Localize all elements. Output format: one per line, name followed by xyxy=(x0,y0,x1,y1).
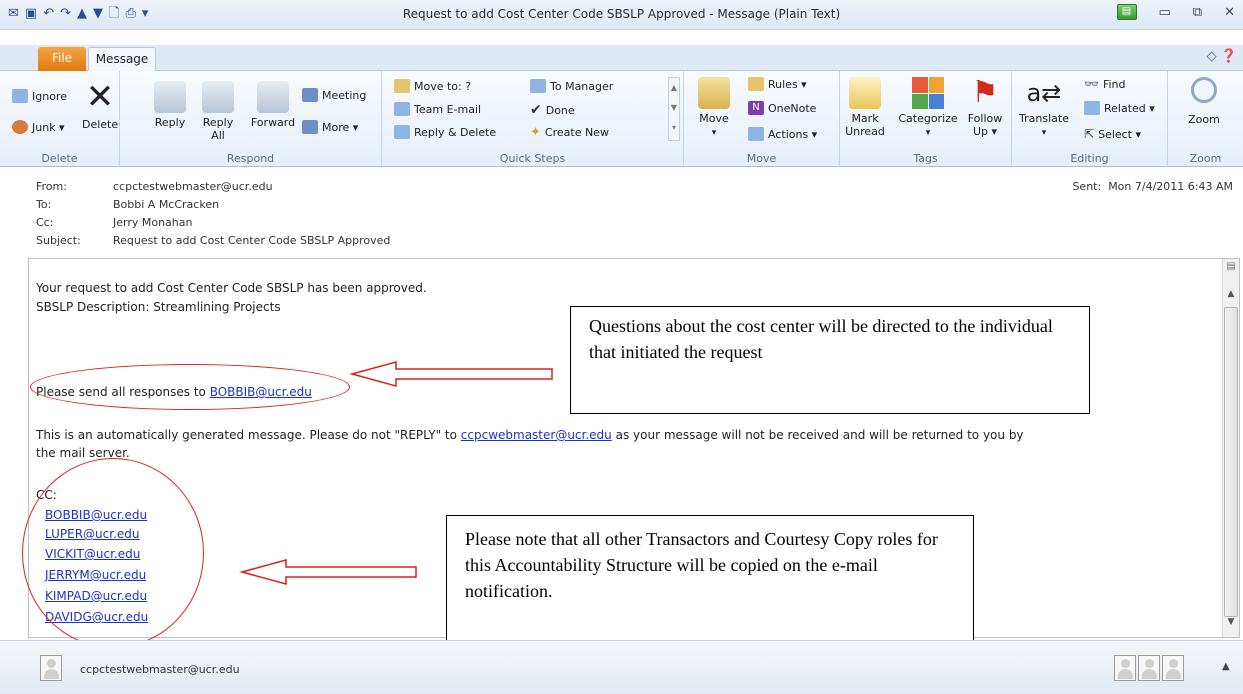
people-pane-sender[interactable]: ccpctestwebmaster@ucr.edu xyxy=(80,663,240,676)
arrow-left-icon xyxy=(239,559,417,585)
annotation-callout-copies: Please note that all other Transactors a… xyxy=(446,515,974,657)
avatar[interactable] xyxy=(1162,655,1184,681)
arrow-left-icon xyxy=(349,361,553,387)
avatar[interactable] xyxy=(1138,655,1160,681)
avatar[interactable] xyxy=(1114,655,1136,681)
sender-avatar[interactable] xyxy=(40,655,62,681)
annotation-callout-questions: Questions about the cost center will be … xyxy=(570,306,1090,414)
people-pane: ccpctestwebmaster@ucr.edu ▲ xyxy=(0,640,1243,694)
expand-people-pane-icon[interactable]: ▲ xyxy=(1222,661,1230,672)
